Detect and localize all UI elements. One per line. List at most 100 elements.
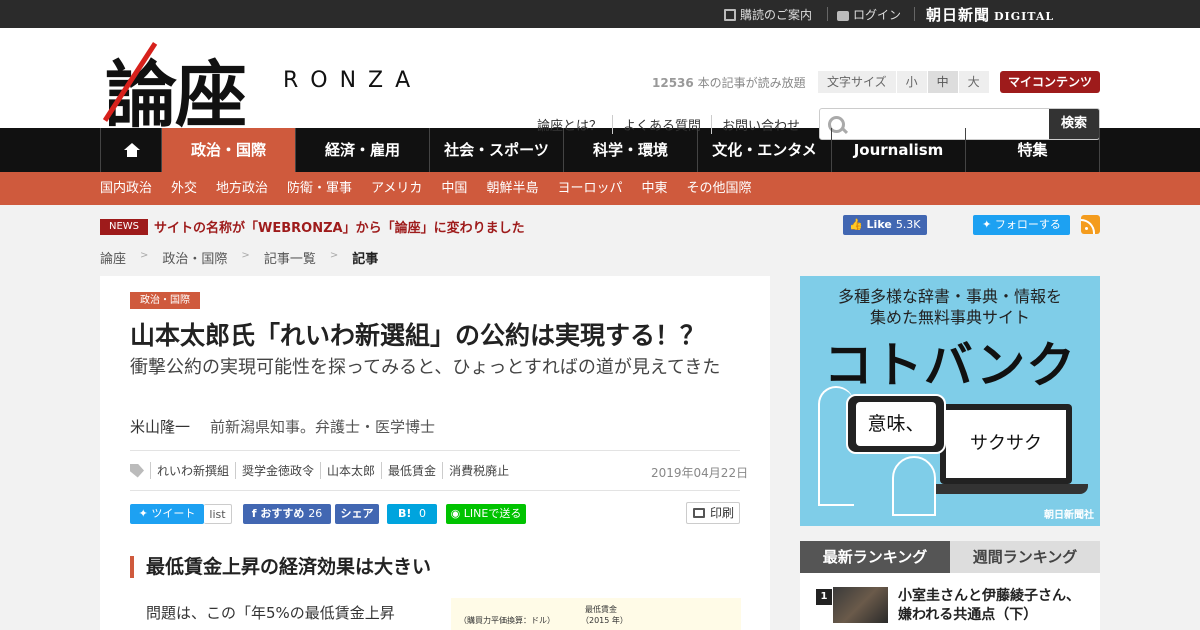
divider — [130, 450, 740, 451]
ad-text: 多種多様な辞書・事典・情報を 集めた無料事典サイト — [837, 287, 1062, 327]
main-nav-items: 政治・国際 経済・雇用 社会・スポーツ 科学・環境 文化・エンタメ Journa… — [100, 128, 1100, 172]
article-body: 問題は、この「年5%の最低賃金上昇 — [146, 604, 395, 622]
hand-illustration — [892, 456, 936, 516]
edit-icon — [724, 8, 736, 21]
line-share-button[interactable]: ◉ LINEで送る — [446, 504, 526, 524]
breadcrumb-home[interactable]: 論座 — [100, 248, 126, 267]
author-name[interactable]: 米山隆一 — [130, 418, 190, 436]
chevron-right-icon: > — [329, 250, 339, 261]
tag-link[interactable]: 山本太郎 — [320, 462, 381, 479]
ranking-item[interactable]: 1 小室圭さんと伊藤綾子さん、嫌われる共通点（下） — [800, 573, 1100, 630]
ad-headline: コトバンク — [823, 337, 1077, 394]
news-link[interactable]: サイトの名称が「WEBRONZA」から「論座」に変わりました — [154, 217, 525, 236]
ad-credit: 朝日新聞社 — [1044, 510, 1094, 521]
facebook-recommend-button[interactable]: f おすすめ 26 — [243, 504, 331, 524]
chevron-right-icon: > — [241, 250, 250, 261]
subnav-item[interactable]: ヨーロッパ — [557, 172, 622, 205]
nav-culture[interactable]: 文化・エンタメ — [698, 128, 832, 172]
nav-science[interactable]: 科学・環境 — [564, 128, 698, 172]
rank-number: 1 — [816, 589, 832, 605]
font-size-label: 文字サイズ — [817, 71, 896, 93]
subnav-item[interactable]: その他国際 — [686, 172, 751, 205]
subnav-item[interactable]: 中国 — [441, 172, 467, 205]
news-badge: NEWS — [100, 218, 149, 235]
breadcrumb: 論座 > 政治・国際 > 記事一覧 > 記事 — [100, 248, 392, 267]
print-button[interactable]: 印刷 — [686, 502, 740, 524]
ranking-title: 小室圭さんと伊藤綾子さん、嫌われる共通点（下） — [898, 588, 1080, 623]
my-contents-button[interactable]: マイコンテンツ — [1000, 71, 1100, 93]
site-header: 論座 RONZA 12536 本の記事が読み放題 文字サイズ 小 中 大 マイコ… — [0, 28, 1200, 140]
nav-politics[interactable]: 政治・国際 — [162, 128, 296, 172]
tag-link[interactable]: れいわ新撰組 — [150, 462, 235, 479]
ranking-tabs: 最新ランキング 週間ランキング — [800, 541, 1100, 573]
subnav-item[interactable]: 国内政治 — [100, 172, 152, 205]
facebook-like-button[interactable]: 👍 Like 5.3K — [843, 215, 927, 235]
tag-link[interactable]: 奨学金徳政令 — [235, 462, 320, 479]
divider — [914, 7, 915, 21]
tag-list: れいわ新撰組 奨学金徳政令 山本太郎 最低賃金 消費税廃止 — [130, 462, 515, 479]
asahi-digital-logo[interactable]: 朝日新聞 DIGITAL — [926, 4, 1054, 25]
font-size-large[interactable]: 大 — [957, 71, 989, 93]
hatena-bookmark-button[interactable]: B! 0 — [387, 504, 437, 524]
breadcrumb-current: 記事 — [352, 252, 379, 267]
twitter-list-button[interactable]: list — [204, 504, 232, 524]
phone-illustration: 意味、 — [846, 394, 946, 454]
twitter-bird-icon: ✦ — [982, 218, 992, 231]
subnav-item[interactable]: 中東 — [641, 172, 667, 205]
home-icon — [124, 143, 140, 157]
ranking-thumbnail — [833, 587, 888, 623]
tag-link[interactable]: 消費税廃止 — [442, 462, 515, 479]
chevron-right-icon: > — [140, 250, 149, 261]
subnav-item[interactable]: 防衛・軍事 — [287, 172, 352, 205]
tag-icon — [130, 463, 144, 478]
hatena-icon: B! — [397, 507, 412, 520]
laptop-illustration: サクサク — [940, 404, 1072, 484]
author-line: 米山隆一 前新潟県知事。弁護士・医学博士 — [130, 416, 435, 437]
category-badge[interactable]: 政治・国際 — [130, 292, 200, 309]
tweet-button[interactable]: ✦ ツイート — [130, 504, 204, 524]
laptop-base — [928, 484, 1088, 494]
twitter-bird-icon: ✦ — [138, 507, 148, 520]
nav-economy[interactable]: 経済・雇用 — [296, 128, 430, 172]
font-size-small[interactable]: 小 — [895, 71, 927, 93]
tab-weekly-ranking[interactable]: 週間ランキング — [950, 541, 1100, 573]
kotobank-ad[interactable]: 多種多様な辞書・事典・情報を 集めた無料事典サイト コトバンク サクサク 意味、… — [800, 276, 1100, 526]
article: 政治・国際 山本太郎氏「れいわ新選組」の公約は実現する！？ 衝撃公約の実現可能性… — [100, 276, 770, 630]
facebook-share-button[interactable]: シェア — [335, 504, 379, 524]
printer-icon — [693, 508, 705, 518]
thumbs-up-icon: 👍 — [849, 218, 863, 231]
news-bar: NEWS サイトの名称が「WEBRONZA」から「論座」に変わりました — [100, 217, 525, 236]
tag-link[interactable]: 最低賃金 — [381, 462, 442, 479]
publish-date: 2019年04月22日 — [651, 466, 749, 480]
line-icon: ◉ — [450, 507, 461, 520]
article-title: 山本太郎氏「れいわ新選組」の公約は実現する！？ — [130, 321, 706, 350]
top-bar: 購読のご案内 ログイン 朝日新聞 DIGITAL — [0, 0, 1200, 28]
twitter-follow-button[interactable]: ✦ フォローする — [973, 215, 1070, 235]
article-subtitle: 衝撃公約の実現可能性を探ってみると、ひょっとすればの道が見えてきた — [130, 357, 721, 378]
tab-latest-ranking[interactable]: 最新ランキング — [800, 541, 950, 573]
author-description: 前新潟県知事。弁護士・医学博士 — [210, 418, 436, 436]
read-count: 12536 本の記事が読み放題 — [652, 76, 806, 90]
font-size-switcher: 文字サイズ 小 中 大 — [817, 71, 989, 93]
nav-society[interactable]: 社会・スポーツ — [430, 128, 564, 172]
breadcrumb-articles[interactable]: 記事一覧 — [264, 248, 316, 267]
nav-home[interactable] — [100, 128, 162, 172]
lock-icon — [837, 11, 849, 21]
nav-journalism[interactable]: Journalism — [832, 128, 966, 172]
rss-icon[interactable] — [1081, 215, 1100, 234]
font-size-medium[interactable]: 中 — [926, 71, 958, 93]
subnav-item[interactable]: 外交 — [171, 172, 197, 205]
subnav-item[interactable]: 朝鮮半島 — [486, 172, 538, 205]
login-link[interactable]: ログイン — [837, 6, 901, 23]
divider — [827, 7, 828, 21]
subnav-item[interactable]: 地方政治 — [216, 172, 268, 205]
sub-nav-items: 国内政治 外交 地方政治 防衛・軍事 アメリカ 中国 朝鮮半島 ヨーロッパ 中東… — [100, 172, 771, 205]
breadcrumb-politics[interactable]: 政治・国際 — [162, 248, 227, 267]
nav-special[interactable]: 特集 — [966, 128, 1100, 172]
section-heading: 最低賃金上昇の経済効果は大きい — [130, 556, 431, 578]
subnav-item[interactable]: アメリカ — [371, 172, 422, 205]
divider — [130, 490, 740, 491]
facebook-icon: f — [251, 507, 257, 520]
subscribe-link[interactable]: 購読のご案内 — [724, 6, 812, 23]
minimum-wage-table-image: 最低賃金 （購買力平価換算：ドル） （2015 年） — [451, 598, 741, 630]
